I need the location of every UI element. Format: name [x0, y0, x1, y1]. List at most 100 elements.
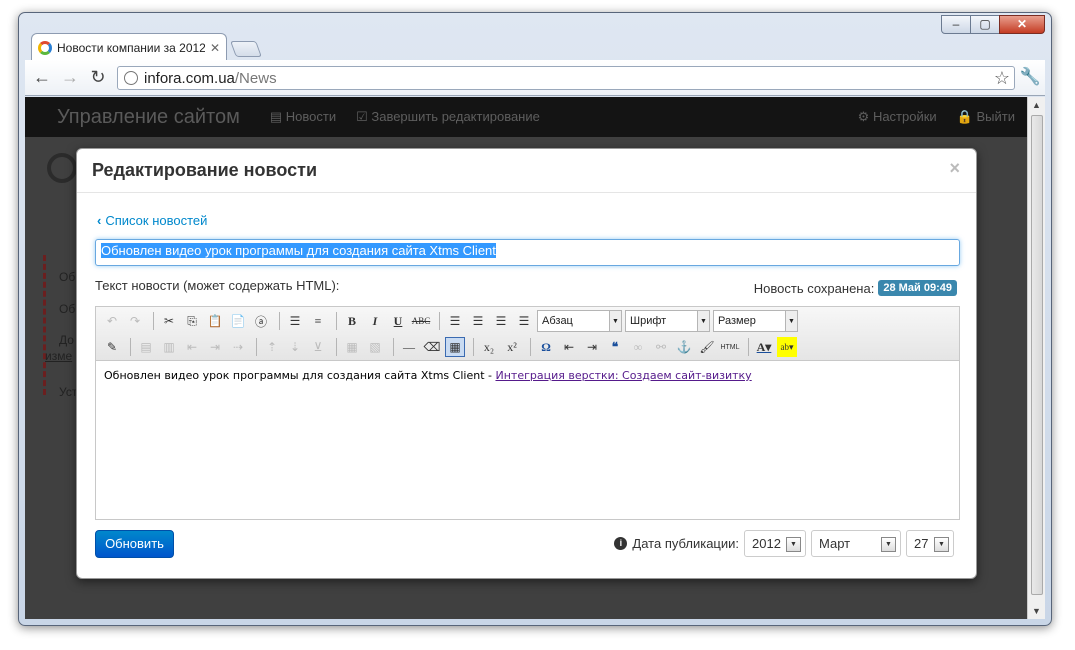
chevron-down-icon: ▼ — [786, 537, 801, 552]
favicon-icon — [38, 40, 52, 55]
superscript-icon[interactable]: x² — [502, 337, 522, 357]
underline-icon[interactable]: U — [388, 311, 408, 331]
scroll-up-icon[interactable]: ▲ — [1032, 100, 1041, 110]
bg-snippet: До — [59, 333, 74, 347]
align-right-icon[interactable]: ☰ — [491, 311, 511, 331]
split-cells-icon[interactable]: ▦ — [342, 337, 362, 357]
size-select-value: Размер — [718, 315, 756, 327]
edit-icon[interactable]: ✎ — [102, 337, 122, 357]
scroll-thumb[interactable] — [1031, 115, 1043, 595]
toolbar-separator — [336, 312, 337, 330]
paste-icon[interactable]: 📋 — [205, 311, 225, 331]
rich-text-editor[interactable]: ↶ ↷ ✂ ⎘ 📋 📄 ⓐ ☰ ≡ B I U ABC ☰ ☰ ☰ ☰ Абза… — [95, 306, 960, 520]
text-color-icon[interactable]: A▾ — [754, 337, 774, 357]
month-select[interactable]: Март ▼ — [811, 530, 901, 557]
toolbar-separator — [530, 338, 531, 356]
nav-item-settings-label: Настройки — [872, 109, 937, 124]
bookmark-star-icon[interactable]: ☆ — [994, 68, 1010, 89]
redo-icon[interactable]: ↷ — [125, 311, 145, 331]
back-arrow-icon[interactable]: ← — [31, 67, 53, 88]
copy-icon[interactable]: ⎘ — [182, 311, 202, 331]
navbar-right: ⚙ Настройки 🔒 Выйти — [858, 109, 1035, 125]
forward-arrow-icon[interactable]: → — [59, 67, 81, 88]
browser-tab[interactable]: Новости компании за 2012 ✕ — [31, 33, 227, 61]
strikethrough-icon[interactable]: ABC — [411, 311, 431, 331]
info-icon: i — [614, 537, 628, 550]
news-list-link[interactable]: ‹ Список новостей — [97, 213, 207, 228]
news-title-input[interactable]: Обновлен видео урок программы для создан… — [95, 239, 960, 266]
nav-item-finish-editing[interactable]: ☑ Завершить редактирование — [356, 109, 540, 125]
day-value: 27 — [914, 536, 929, 551]
blockquote-icon[interactable]: ❝ — [605, 337, 625, 357]
maximize-button[interactable]: ▢ — [970, 15, 1000, 34]
year-select[interactable]: 2012 ▼ — [744, 530, 806, 557]
outdent-icon[interactable]: ⇤ — [559, 337, 579, 357]
toolbar-separator — [279, 312, 280, 330]
size-select[interactable]: Размер ▼ — [713, 310, 798, 332]
nav-item-logout[interactable]: 🔒 Выйти — [957, 109, 1015, 125]
url-path: /News — [234, 69, 277, 87]
anchor-icon[interactable]: ⚓ — [674, 337, 694, 357]
new-tab-button[interactable] — [230, 41, 262, 57]
bg-snippet: изме — [45, 349, 73, 363]
dashed-border — [43, 255, 51, 395]
paste-word-icon[interactable]: ⓐ — [251, 311, 271, 331]
insert-row-before-icon[interactable]: ⇤ — [182, 337, 202, 357]
nav-item-news[interactable]: ▤ Новости — [270, 109, 336, 125]
address-bar[interactable]: infora.com.ua/News ☆ — [117, 66, 1015, 90]
reload-icon[interactable]: ↻ — [87, 67, 109, 88]
eraser-icon[interactable]: ⌫ — [422, 337, 442, 357]
site-brand[interactable]: Управление сайтом — [57, 106, 240, 129]
paste-text-icon[interactable]: 📄 — [228, 311, 248, 331]
insert-col-before-icon[interactable]: ⇡ — [262, 337, 282, 357]
link-icon[interactable]: ∞ — [628, 337, 648, 357]
scroll-down-icon[interactable]: ▼ — [1032, 606, 1041, 616]
cut-icon[interactable]: ✂ — [159, 311, 179, 331]
table-col-icon[interactable]: ▥ — [159, 337, 179, 357]
chevron-down-icon: ▼ — [934, 537, 949, 552]
modal-close-button[interactable]: × — [949, 158, 960, 179]
bg-snippet: Об — [59, 270, 76, 284]
editor-body-text: Обновлен видео урок программы для создан… — [104, 369, 496, 382]
publication-date: i Дата публикации: 2012 ▼ Март ▼ 27 ▼ — [614, 530, 954, 557]
highlight-color-icon[interactable]: ab▾ — [777, 337, 797, 357]
nav-item-settings[interactable]: ⚙ Настройки — [858, 109, 937, 125]
page-scrollbar[interactable]: ▲ ▼ — [1027, 97, 1045, 619]
font-select[interactable]: Шрифт ▼ — [625, 310, 710, 332]
update-button[interactable]: Обновить — [95, 530, 174, 558]
merge-cells-icon[interactable]: ▧ — [365, 337, 385, 357]
subscript-icon[interactable]: x₂ — [479, 337, 499, 357]
editor-body[interactable]: Обновлен видео урок программы для создан… — [96, 361, 959, 390]
italic-icon[interactable]: I — [365, 311, 385, 331]
insert-row-after-icon[interactable]: ⇥ — [205, 337, 225, 357]
align-justify-icon[interactable]: ☰ — [514, 311, 534, 331]
wrench-icon[interactable]: 🔧 — [1020, 67, 1041, 87]
format-select[interactable]: Абзац ▼ — [537, 310, 622, 332]
close-window-button[interactable]: ✕ — [999, 15, 1045, 34]
delete-col-icon[interactable]: ⊻ — [308, 337, 328, 357]
horizontal-rule-icon[interactable]: — — [399, 337, 419, 357]
unlink-icon[interactable]: ⚯ — [651, 337, 671, 357]
delete-row-icon[interactable]: ⇢ — [228, 337, 248, 357]
minimize-button[interactable]: – — [941, 15, 971, 34]
editor-body-link[interactable]: Интеграция верстки: Создаем сайт-визитку — [495, 369, 751, 382]
html-icon[interactable]: HTML — [720, 337, 740, 357]
month-value: Март — [819, 536, 851, 551]
tab-close-icon[interactable]: ✕ — [210, 41, 220, 55]
site-navbar: Управление сайтом ▤ Новости ☑ Завершить … — [25, 97, 1035, 137]
indent-icon[interactable]: ⇥ — [582, 337, 602, 357]
nav-item-logout-label: Выйти — [976, 109, 1016, 124]
table-row-icon[interactable]: ▤ — [136, 337, 156, 357]
numbered-list-icon[interactable]: ≡ — [308, 311, 328, 331]
omega-icon[interactable]: Ω — [536, 337, 556, 357]
table-icon[interactable]: ▦ — [445, 337, 465, 357]
browser-toolbar: ← → ↻ infora.com.ua/News ☆ 🔧 — [25, 60, 1045, 96]
insert-col-after-icon[interactable]: ⇣ — [285, 337, 305, 357]
cleanup-icon[interactable]: 🖌 — [697, 337, 717, 357]
bold-icon[interactable]: B — [342, 311, 362, 331]
align-center-icon[interactable]: ☰ — [468, 311, 488, 331]
day-select[interactable]: 27 ▼ — [906, 530, 954, 557]
align-left-icon[interactable]: ☰ — [445, 311, 465, 331]
undo-icon[interactable]: ↶ — [102, 311, 122, 331]
bullet-list-icon[interactable]: ☰ — [285, 311, 305, 331]
